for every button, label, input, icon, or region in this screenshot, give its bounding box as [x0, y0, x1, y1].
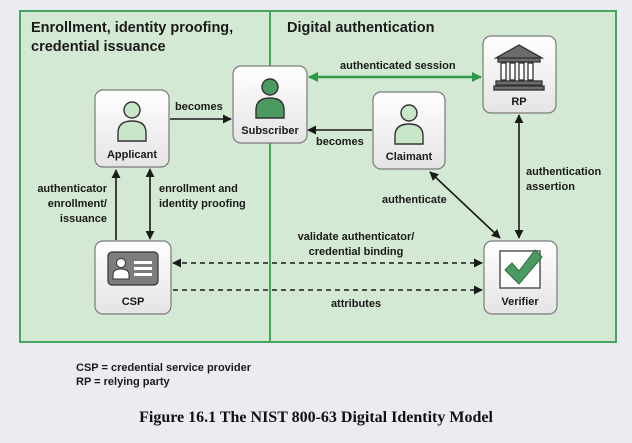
label-authenticated-session: authenticated session [340, 60, 456, 72]
node-subscriber: Subscriber [232, 65, 308, 144]
left-panel-title-line1: Enrollment, identity proofing, [31, 20, 233, 36]
node-csp: CSP [94, 240, 172, 315]
label-becomes-1: becomes [175, 101, 223, 113]
claimant-label: Claimant [386, 151, 433, 163]
label-becomes-2: becomes [316, 136, 364, 148]
label-enrollment-line2: identity proofing [159, 198, 246, 210]
id-card-icon [107, 251, 159, 286]
csp-label: CSP [122, 296, 145, 308]
subscriber-label: Subscriber [241, 125, 299, 137]
label-attributes: attributes [331, 298, 381, 310]
label-authenticate: authenticate [382, 194, 447, 206]
label-auth-assertion-line1: authentication [526, 166, 601, 178]
label-enrollment-line1: enrollment and [159, 183, 238, 195]
label-authenticator-line2: enrollment/ [48, 198, 107, 210]
applicant-label: Applicant [107, 149, 157, 161]
label-authenticator-line1: authenticator [37, 183, 107, 195]
legend-rp: RP = relying party [76, 376, 170, 388]
left-panel-title-line2: credential issuance [31, 39, 166, 55]
legend: CSP = credential service provider RP = r… [76, 361, 251, 389]
figure-caption: Figure 16.1 The NIST 800-63 Digital Iden… [139, 409, 493, 426]
label-validate-line1: validate authenticator/ [298, 231, 415, 243]
rp-label: RP [511, 96, 526, 108]
node-rp: RP [482, 35, 557, 114]
node-verifier: Verifier [483, 240, 558, 315]
node-applicant: Applicant [94, 89, 170, 168]
node-claimant: Claimant [372, 91, 446, 170]
legend-csp: CSP = credential service provider [76, 362, 251, 374]
right-panel-title: Digital authentication [287, 20, 434, 36]
label-authenticator-line3: issuance [60, 213, 107, 225]
label-validate-line2: credential binding [309, 246, 404, 258]
checkmark-icon [499, 249, 543, 289]
label-auth-assertion-line2: assertion [526, 181, 575, 193]
verifier-label: Verifier [501, 296, 539, 308]
